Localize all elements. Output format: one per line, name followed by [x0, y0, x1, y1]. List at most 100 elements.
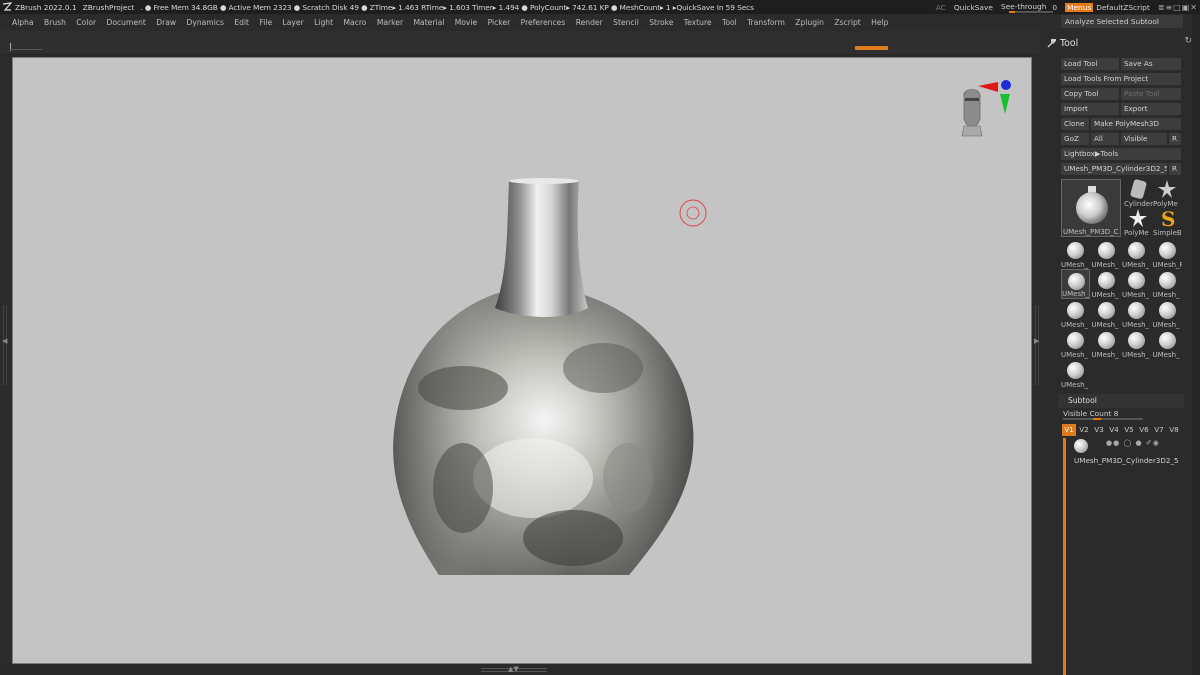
menu-macro[interactable]: Macro: [343, 18, 366, 27]
menu-transform[interactable]: Transform: [747, 18, 785, 27]
visible-tab-v2[interactable]: V2: [1077, 424, 1091, 436]
menu-material[interactable]: Material: [413, 18, 444, 27]
menu-marker[interactable]: Marker: [377, 18, 403, 27]
document-canvas[interactable]: [12, 57, 1032, 664]
reset-icon[interactable]: ↻: [1184, 36, 1192, 46]
menu-stroke[interactable]: Stroke: [649, 18, 673, 27]
menu-dynamics[interactable]: Dynamics: [186, 18, 223, 27]
tool-thumb-cylinder[interactable]: Cylinder: [1124, 178, 1153, 208]
tool-thumb-umesh[interactable]: UMesh_: [1153, 329, 1182, 359]
menu-light[interactable]: Light: [314, 18, 333, 27]
tool-thumb-umesh[interactable]: UMesh_: [1061, 269, 1090, 299]
load-tool-button[interactable]: Load Tool: [1061, 58, 1119, 70]
default-zscript-button[interactable]: DefaultZScript: [1096, 3, 1150, 12]
menu-file[interactable]: File: [259, 18, 272, 27]
menu-zplugin[interactable]: Zplugin: [795, 18, 824, 27]
save-as-button[interactable]: Save As: [1121, 58, 1181, 70]
goz-button[interactable]: GoZ: [1061, 133, 1089, 145]
current-tool-slider[interactable]: UMesh_PM3D_Cylinder3D2_5: [1061, 163, 1167, 175]
window-controls-icon[interactable]: ≣≡□▣✕: [1158, 3, 1198, 12]
tool-thumb-umesh[interactable]: UMesh_: [1061, 329, 1090, 359]
subtool-item[interactable]: ●● ◯ ● ✐◉ UMesh_PM3D_Cylinder3D2_5: [1068, 439, 1184, 469]
tool-thumb-umesh[interactable]: UMesh_: [1153, 299, 1182, 329]
import-button[interactable]: Import: [1061, 103, 1119, 115]
tool-thumb-umesh[interactable]: UMesh_PM3D_C: [1153, 239, 1182, 269]
menu-edit[interactable]: Edit: [234, 18, 249, 27]
menu-preferences[interactable]: Preferences: [521, 18, 566, 27]
analyze-selected-subtool-button[interactable]: Analyze Selected Subtool: [1061, 15, 1183, 28]
menu-tool[interactable]: Tool: [722, 18, 737, 27]
menu-alpha[interactable]: Alpha: [12, 18, 34, 27]
lightbox-tools-button[interactable]: Lightbox▶Tools: [1061, 148, 1181, 160]
goz-all-button[interactable]: All: [1091, 133, 1119, 145]
tool-thumb-umesh[interactable]: UMesh_: [1092, 269, 1121, 299]
menu-layer[interactable]: Layer: [283, 18, 304, 27]
see-through-slider[interactable]: See-through: [1001, 2, 1053, 13]
load-tools-from-project-button[interactable]: Load Tools From Project: [1061, 73, 1181, 85]
menu-render[interactable]: Render: [576, 18, 603, 27]
tool-thumb-umesh[interactable]: UMesh_: [1122, 269, 1151, 299]
menu-movie[interactable]: Movie: [455, 18, 477, 27]
tool-thumb-umesh[interactable]: UMesh_: [1122, 329, 1151, 359]
visible-tab-v3[interactable]: V3: [1092, 424, 1106, 436]
quicksave-button[interactable]: QuickSave: [954, 3, 993, 12]
tool-thumb-umesh[interactable]: UMesh_: [1122, 299, 1151, 329]
visible-tab-v4[interactable]: V4: [1107, 424, 1121, 436]
bottom-tray[interactable]: ▲▼: [0, 665, 1040, 675]
tool-thumb-umesh[interactable]: UMesh_: [1061, 299, 1090, 329]
left-tray-arrow-icon[interactable]: ◀: [2, 337, 7, 345]
right-tray-arrow-icon[interactable]: ▶: [1034, 337, 1039, 345]
menu-stencil[interactable]: Stencil: [613, 18, 639, 27]
ac-button[interactable]: AC: [936, 3, 946, 12]
left-tray[interactable]: ◀: [0, 55, 12, 668]
right-tray-grip[interactable]: [1035, 305, 1039, 385]
clone-button[interactable]: Clone: [1061, 118, 1089, 130]
tool-thumb-umesh[interactable]: UMesh_: [1092, 239, 1121, 269]
tool-thumb-umesh[interactable]: UMesh_: [1061, 359, 1090, 389]
copy-tool-button[interactable]: Copy Tool: [1061, 88, 1119, 100]
menu-brush[interactable]: Brush: [44, 18, 66, 27]
vase-mesh[interactable]: [13, 58, 1032, 664]
menu-draw[interactable]: Draw: [156, 18, 176, 27]
tool-thumb-umesh[interactable]: UMesh_: [1122, 239, 1151, 269]
paste-tool-button[interactable]: Paste Tool: [1121, 88, 1181, 100]
tool-thumb-umesh[interactable]: UMesh_: [1092, 329, 1121, 359]
subtool-header[interactable]: Subtool: [1058, 394, 1184, 408]
tool-thumb-current[interactable]: UMesh_PM3D_C: [1061, 179, 1121, 237]
menu-color[interactable]: Color: [76, 18, 96, 27]
menu-help[interactable]: Help: [871, 18, 888, 27]
vase-thumb-icon: [1076, 186, 1108, 224]
visible-tab-v1[interactable]: V1: [1062, 424, 1076, 436]
left-tray-grip[interactable]: [3, 305, 7, 385]
panel-scrollbar[interactable]: [1192, 14, 1200, 675]
tool-thumb-simplebrush[interactable]: S SimpleB: [1153, 207, 1182, 237]
menu-document[interactable]: Document: [107, 18, 146, 27]
bottom-tray-arrow-icon[interactable]: ▲▼: [508, 665, 519, 673]
goz-visible-button[interactable]: Visible: [1121, 133, 1167, 145]
title-bar: ZBrush 2022.0.1 ZBrushProject . ● Free M…: [0, 0, 1200, 14]
current-tool-r-button[interactable]: R: [1169, 163, 1181, 175]
visible-tab-v8[interactable]: V8: [1167, 424, 1181, 436]
visible-tab-v5[interactable]: V5: [1122, 424, 1136, 436]
right-tray[interactable]: ▶: [1032, 55, 1042, 668]
menu-texture[interactable]: Texture: [684, 18, 712, 27]
visible-count-slider[interactable]: Visible Count 8: [1063, 409, 1119, 418]
export-button[interactable]: Export: [1121, 103, 1181, 115]
tool-thumb-umesh[interactable]: UMesh_: [1092, 299, 1121, 329]
make-polymesh3d-button[interactable]: Make PolyMesh3D: [1091, 118, 1181, 130]
subtool-visibility-icons[interactable]: ●● ◯ ● ✐◉: [1106, 439, 1160, 447]
shelf-scroll-indicator[interactable]: [855, 46, 888, 50]
goz-r-button[interactable]: R: [1169, 133, 1181, 145]
tool-thumb-umesh[interactable]: UMesh_: [1153, 269, 1182, 299]
tool-thumb-polymesh[interactable]: PolyMe: [1153, 178, 1182, 208]
tool-thumb-umesh[interactable]: UMesh_: [1061, 239, 1090, 269]
menus-toggle[interactable]: Menus: [1065, 2, 1094, 12]
tool-thumb-polymesh-2[interactable]: PolyMe: [1124, 207, 1153, 237]
visible-tab-v6[interactable]: V6: [1137, 424, 1151, 436]
orientation-gizmo[interactable]: [948, 78, 1018, 158]
visible-tab-v7[interactable]: V7: [1152, 424, 1166, 436]
menu-zscript[interactable]: Zscript: [834, 18, 860, 27]
visible-count-track[interactable]: [1063, 418, 1143, 420]
menu-picker[interactable]: Picker: [488, 18, 511, 27]
tool-palette-header[interactable]: Tool ↻: [1042, 34, 1200, 52]
